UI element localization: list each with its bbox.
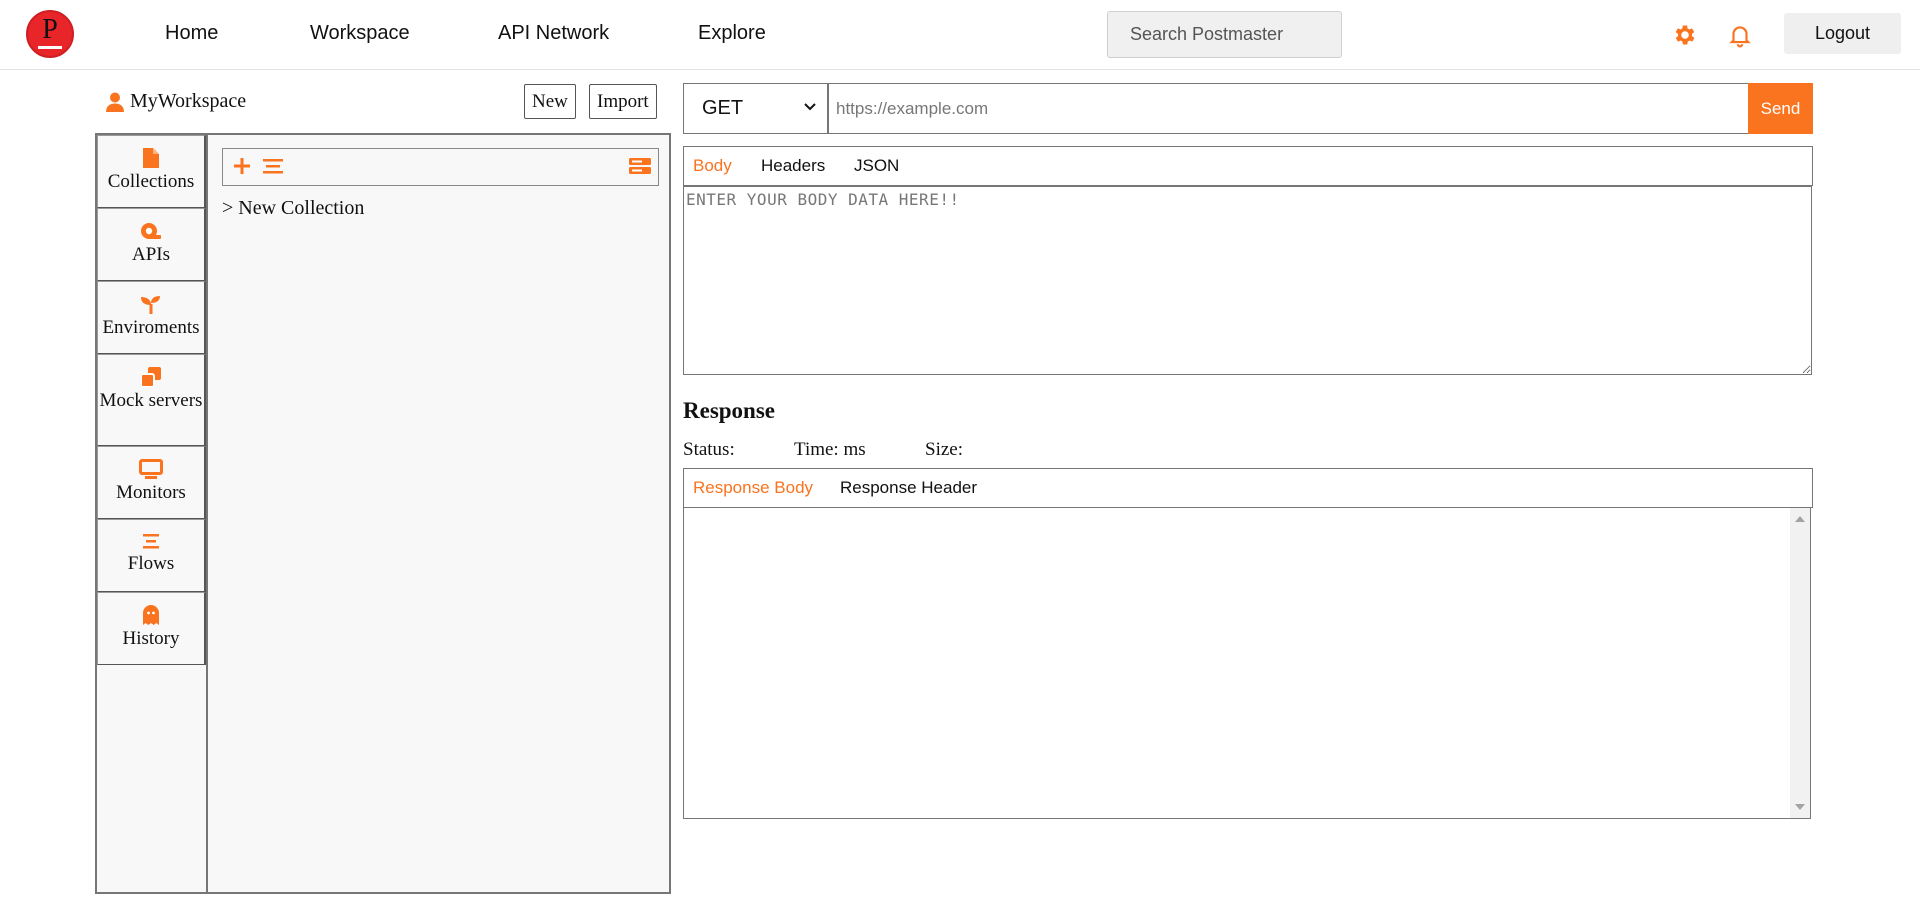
plus-icon[interactable]: [233, 157, 251, 180]
sidebar-item-flows[interactable]: Flows: [97, 519, 206, 592]
sidebar-item-label: Enviroments: [102, 317, 200, 338]
nav-explore-link[interactable]: Explore: [698, 22, 766, 45]
tab-response-header[interactable]: Response Header: [840, 478, 977, 498]
collections-panel: > New Collection: [208, 135, 669, 892]
sidebar-item-label: Collections: [107, 171, 195, 192]
api-icon: [141, 223, 161, 239]
sidebar-item-label: Mock servers: [99, 390, 203, 411]
scroll-up-arrow[interactable]: [1795, 516, 1805, 522]
clone-icon: [141, 367, 161, 387]
import-button[interactable]: Import: [589, 84, 657, 119]
sidebar-item-environments[interactable]: Enviroments: [97, 281, 206, 354]
response-status: Status:: [683, 439, 735, 460]
nav-home-link[interactable]: Home: [165, 22, 218, 45]
request-tabs: Body Headers JSON: [683, 146, 1813, 186]
sprout-icon: [141, 296, 160, 314]
response-tabs: Response Body Response Header: [683, 468, 1813, 508]
user-icon: [106, 92, 124, 112]
sidebar-item-history[interactable]: History: [97, 592, 206, 665]
bell-icon[interactable]: [1727, 22, 1753, 48]
sidebar-item-mock-servers[interactable]: Mock servers: [97, 354, 206, 446]
list-icon[interactable]: [263, 157, 283, 180]
response-body-area[interactable]: [683, 507, 1811, 819]
monitor-icon: [139, 459, 163, 479]
tab-json[interactable]: JSON: [854, 156, 899, 176]
logout-button[interactable]: Logout: [1784, 13, 1901, 54]
logo-bar: [38, 46, 62, 49]
sidebar-item-collections[interactable]: Collections: [97, 135, 206, 208]
tab-body[interactable]: Body: [693, 156, 732, 176]
bars-icon: [143, 534, 159, 549]
workspace-panel: Collections APIs Enviroments Mock server…: [95, 133, 671, 894]
ghost-icon: [143, 605, 159, 625]
workspace-title: MyWorkspace: [106, 90, 246, 113]
top-navbar: P Home Workspace API Network Explore Log…: [0, 0, 1920, 70]
gear-icon[interactable]: [1672, 22, 1698, 48]
workspace-title-text: MyWorkspace: [130, 90, 247, 112]
logo-letter: P: [42, 14, 58, 45]
nav-workspace-link[interactable]: Workspace: [310, 22, 410, 45]
file-icon: [143, 148, 159, 168]
scrollbar[interactable]: [1790, 508, 1810, 818]
chevron-down-icon: [804, 103, 816, 111]
workspace-header: MyWorkspace New Import: [96, 84, 658, 132]
sidebar-item-label: APIs: [131, 244, 170, 265]
request-body-textarea[interactable]: [683, 186, 1812, 375]
app-logo[interactable]: P: [26, 10, 74, 58]
new-button[interactable]: New: [524, 84, 576, 119]
sidebar-item-label: History: [122, 628, 180, 649]
send-button[interactable]: Send: [1748, 83, 1813, 134]
tab-response-body[interactable]: Response Body: [693, 478, 813, 498]
http-method-select[interactable]: GET: [683, 83, 828, 134]
response-time: Time: ms: [794, 439, 866, 460]
url-input[interactable]: [828, 83, 1749, 134]
sidebar-item-apis[interactable]: APIs: [97, 208, 206, 281]
sidebar: Collections APIs Enviroments Mock server…: [97, 135, 208, 892]
collection-item[interactable]: > New Collection: [222, 197, 364, 220]
response-size: Size:: [925, 439, 963, 460]
sidebar-item-monitors[interactable]: Monitors: [97, 446, 206, 519]
response-title: Response: [683, 398, 776, 423]
server-icon[interactable]: [629, 157, 651, 180]
tab-headers[interactable]: Headers: [761, 156, 825, 176]
sidebar-item-label: Flows: [127, 553, 175, 574]
scroll-down-arrow[interactable]: [1795, 804, 1805, 810]
collections-toolbar: [222, 148, 659, 186]
http-method-value: GET: [702, 97, 744, 119]
nav-api-network-link[interactable]: API Network: [498, 22, 609, 45]
search-input[interactable]: [1107, 11, 1342, 58]
sidebar-item-label: Monitors: [116, 482, 186, 503]
